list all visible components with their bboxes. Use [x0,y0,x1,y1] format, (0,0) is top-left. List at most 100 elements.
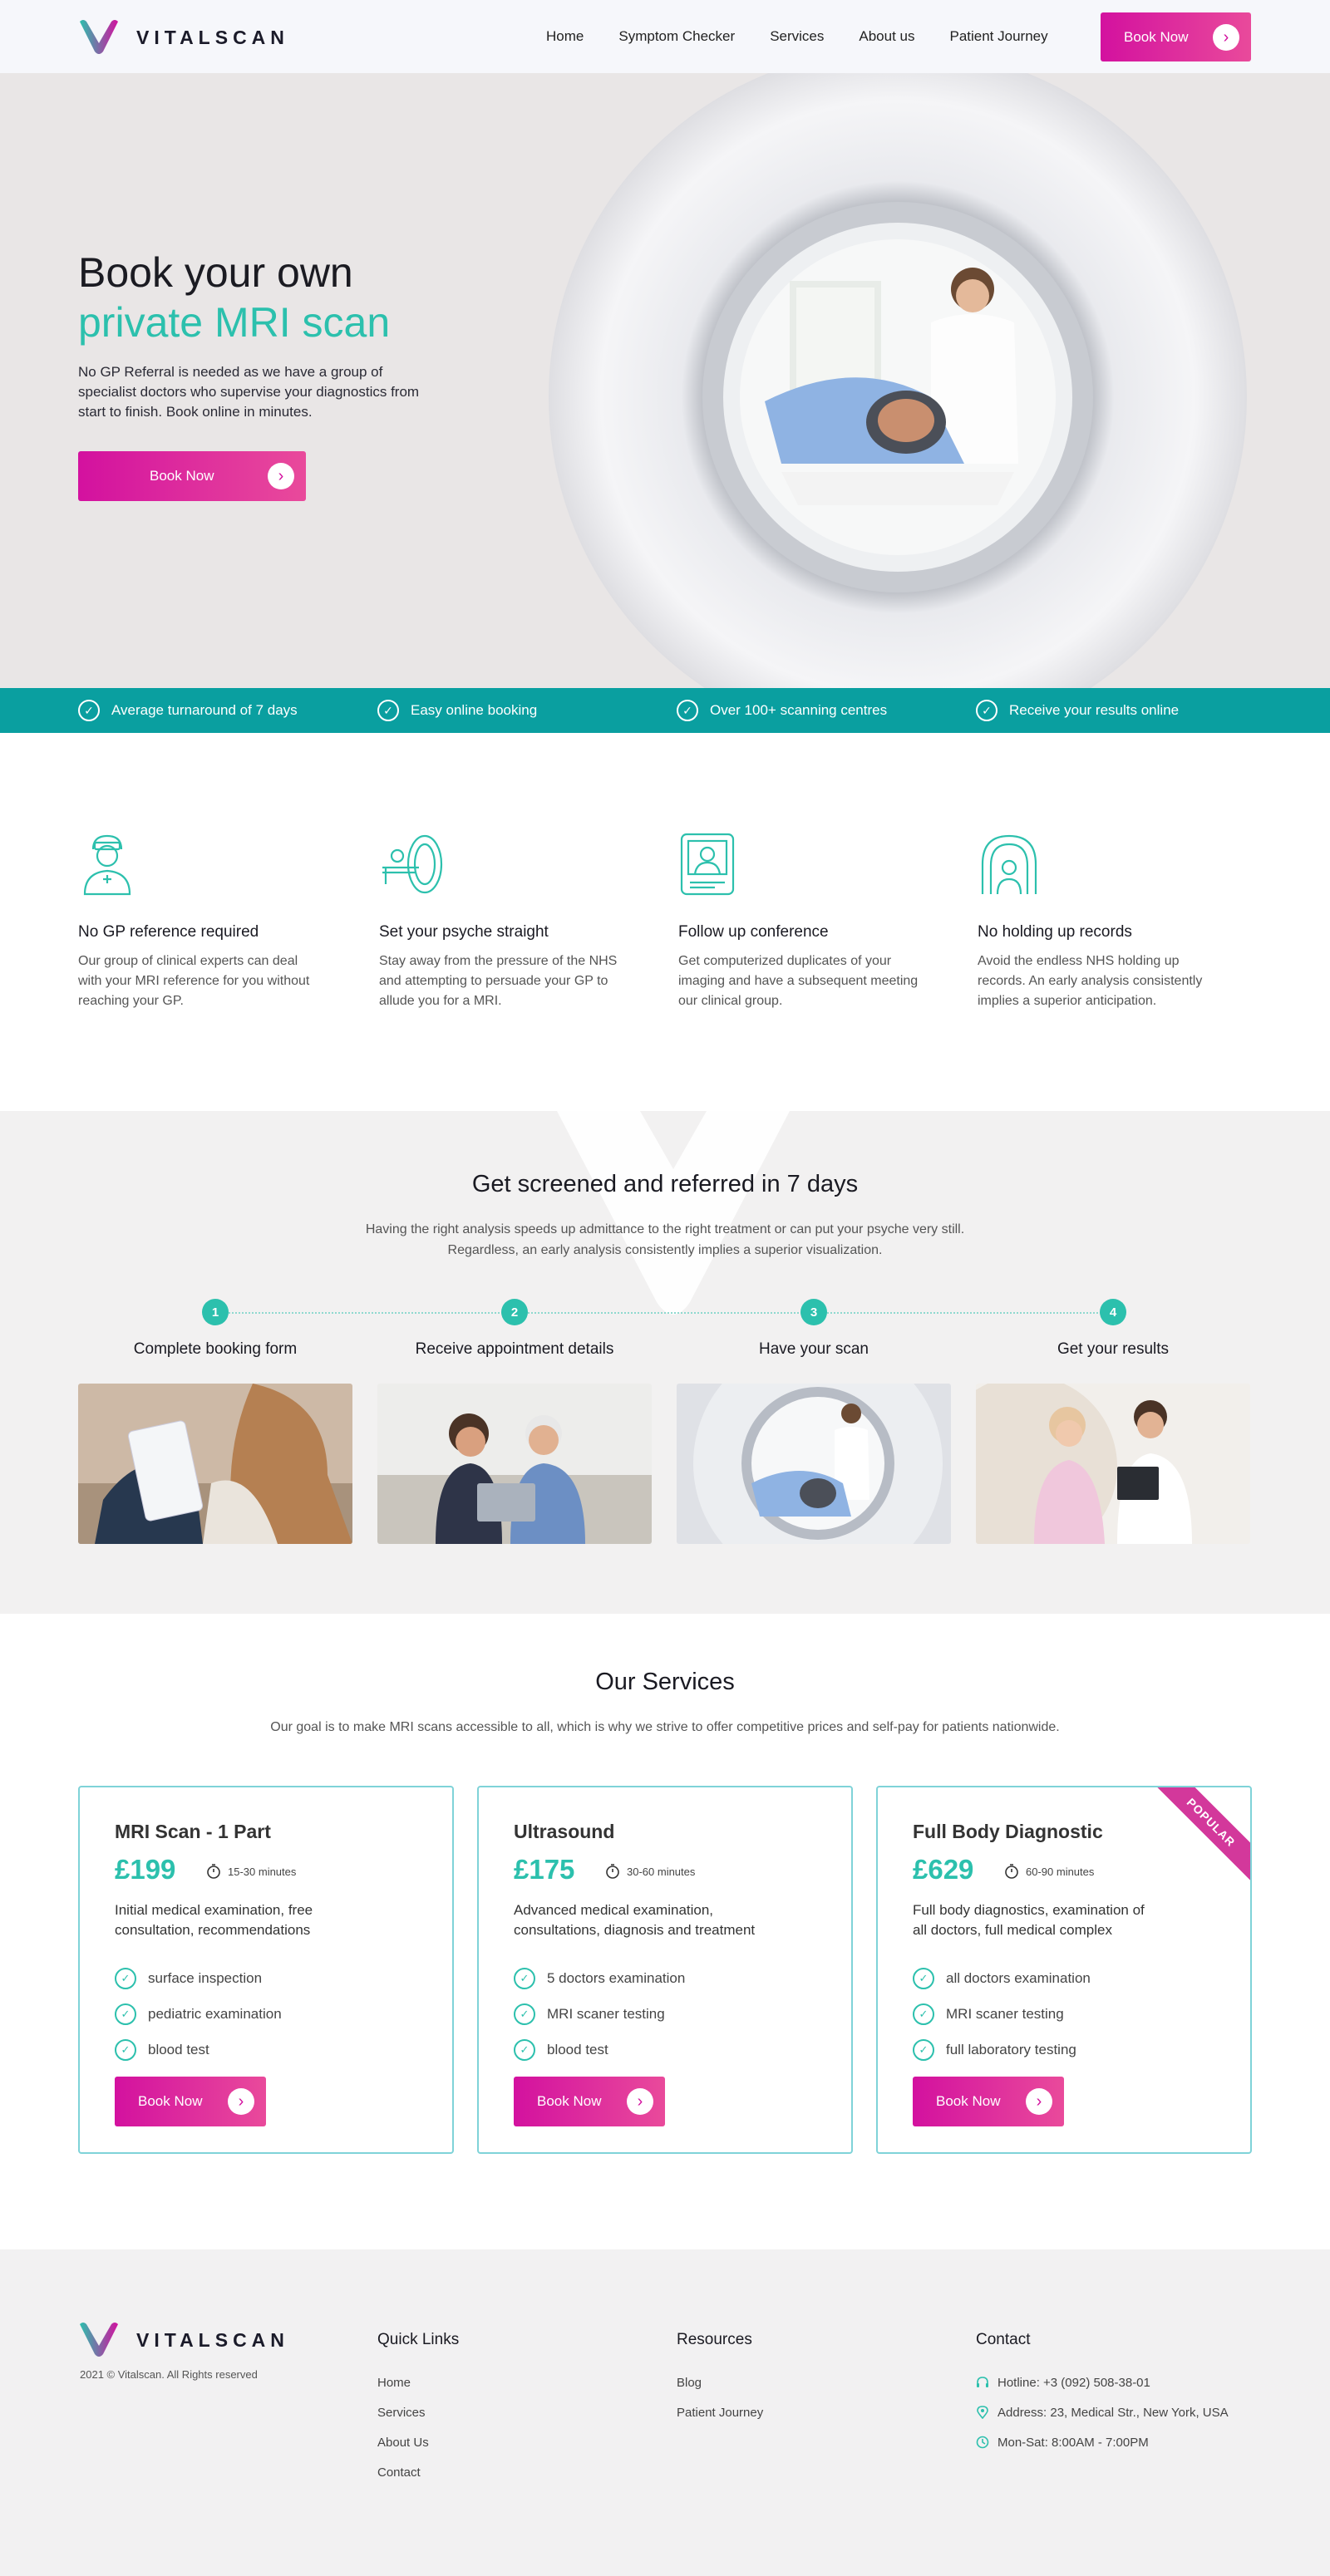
nav-services[interactable]: Services [770,28,824,45]
nav-about-us[interactable]: About us [859,28,914,45]
step-number: 1 [202,1299,229,1325]
logo[interactable]: VITALSCAN [78,18,289,57]
highlight-label: Easy online booking [411,702,538,718]
service-duration-label: 60-90 minutes [1026,1865,1095,1878]
service-features: ✓ surface inspection ✓ pediatric examinati… [115,1960,282,2067]
check-circle-icon: ✓ [115,2038,136,2061]
footer-link-blog[interactable]: Blog [677,2367,763,2397]
list-item: ✓ pediatric examination [115,1996,282,2032]
check-circle-icon: ✓ [913,2038,934,2061]
feature-card: Follow up conference Get computerized du… [678,831,919,1011]
step-number: 4 [1100,1299,1126,1325]
list-item: ✓ all doctors examination [913,1960,1091,1996]
check-circle-icon: ✓ [78,700,100,721]
footer-column-title: Contact [976,2331,1031,2348]
chevron-right-icon: › [1213,23,1239,51]
chevron-right-icon: › [228,2088,254,2115]
hero-book-now-label: Book Now [150,468,214,484]
footer-column-title: Quick Links [377,2331,460,2348]
list-item: ✓ blood test [115,2032,282,2067]
list-item: ✓ blood test [514,2032,685,2067]
highlight-label: Receive your results online [1009,702,1180,718]
feature-card: Set your psyche straight Stay away from … [379,831,620,1011]
footer-quick-links: Quick Links Home Services About Us Conta… [377,2331,459,2487]
scanner-patient-icon [981,834,1037,895]
step-label: Receive appointment details [415,1340,614,1358]
hotline-label: Hotline: +3 (092) 508-38-01 [998,2375,1150,2390]
clock-icon [976,2436,989,2449]
chevron-right-icon: › [627,2088,653,2115]
service-card-ultrasound: Ultrasound £175 30-60 minutes Advanced m… [477,1786,853,2154]
list-item: ✓ MRI scaner testing [913,1996,1091,2032]
service-feature-label: all doctors examination [946,1969,1091,1986]
footer-address: Address: 23, Medical Str., New York, USA [976,2397,1229,2427]
header-book-now-button[interactable]: Book Now › [1101,12,1251,61]
feature-text: Stay away from the pressure of the NHS a… [379,954,618,1008]
service-duration-label: 15-30 minutes [228,1865,297,1878]
nav-home[interactable]: Home [546,28,584,45]
check-circle-icon: ✓ [913,1967,934,1989]
highlight-item: ✓ Over 100+ scanning centres [677,688,887,733]
service-price: £199 [115,1854,176,1885]
footer-link-services[interactable]: Services [377,2397,459,2427]
footer-logo[interactable]: VITALSCAN [78,2321,289,2359]
footer-link-contact[interactable]: Contact [377,2457,459,2487]
mri-scanner-image [466,73,1330,688]
service-duration: 30-60 minutes [605,1864,695,1879]
process-subtitle-line1: Having the right analysis speeds up admi… [365,1222,965,1236]
footer-hotline[interactable]: Hotline: +3 (092) 508-38-01 [976,2367,1229,2397]
service-description: Initial medical examination, free consul… [115,1902,313,1938]
site-header: VITALSCAN Home Symptom Checker Services … [0,0,1330,73]
service-features: ✓ 5 doctors examination ✓ MRI scaner testi… [514,1960,685,2067]
feature-text: Get computerized duplicates of your imag… [678,954,919,1008]
service-book-now-button[interactable]: Book Now › [913,2077,1064,2126]
service-duration: 15-30 minutes [206,1864,296,1879]
footer-contact: Contact Hotline: +3 (092) 508-38-01 Addr… [976,2331,1229,2457]
footer-link-home[interactable]: Home [377,2367,459,2397]
hero-description: No GP Referral is needed as we have a gr… [78,364,420,420]
step-label: Have your scan [758,1340,869,1358]
highlight-label: Average turnaround of 7 days [111,702,298,718]
main-nav: Home Symptom Checker Services About us P… [546,0,1048,73]
mri-machine-icon [382,834,443,894]
feature-title: Set your psyche straight [379,923,549,941]
feature-card: No holding up records Avoid the endless … [978,831,1219,1011]
header-book-now-label: Book Now [1124,28,1189,45]
service-features: ✓ all doctors examination ✓ MRI scaner tes… [913,1960,1091,2067]
chevron-right-icon: › [1026,2088,1052,2115]
brand-name: VITALSCAN [136,26,289,48]
footer-column-title: Resources [677,2331,752,2348]
step-image-results [976,1384,1250,1544]
list-item: ✓ full laboratory testing [913,2032,1091,2067]
step-number: 2 [501,1299,528,1325]
check-circle-icon: ✓ [514,2003,535,2025]
service-book-now-button[interactable]: Book Now › [115,2077,266,2126]
hero-title-line2: private MRI scan [78,299,391,346]
hero-book-now-button[interactable]: Book Now › [78,451,306,501]
service-book-now-label: Book Now [537,2093,602,2109]
step-label: Get your results [1057,1340,1170,1358]
location-pin-icon [977,2406,988,2419]
site-footer: VITALSCAN 2021 © Vitalscan. All Rights r… [0,2249,1330,2576]
nav-patient-journey[interactable]: Patient Journey [949,28,1047,45]
brand-name: VITALSCAN [136,2328,289,2351]
hero-section: Book your own private MRI scan No GP Ref… [0,73,1330,688]
highlights-bar: ✓ Average turnaround of 7 days ✓ Easy onli… [0,688,1330,733]
hours-label: Mon-Sat: 8:00AM - 7:00PM [998,2435,1149,2450]
stopwatch-icon [207,1864,220,1879]
service-card-mri: MRI Scan - 1 Part £199 15-30 minutes Ini… [78,1786,454,2154]
chevron-right-icon: › [268,463,294,489]
service-book-now-button[interactable]: Book Now › [514,2077,665,2126]
service-feature-label: surface inspection [148,1969,263,1986]
step-image-appointment [377,1384,652,1544]
nav-symptom-checker[interactable]: Symptom Checker [618,28,735,45]
process-title: Get screened and referred in 7 days [471,1171,859,1197]
service-price: £629 [913,1854,974,1885]
footer-link-about-us[interactable]: About Us [377,2427,459,2457]
highlight-label: Over 100+ scanning centres [710,702,888,718]
step-connector [215,1312,1115,1314]
feature-card: No GP reference required Our group of cl… [78,831,319,1011]
footer-link-patient-journey[interactable]: Patient Journey [677,2397,763,2427]
service-title: Full Body Diagnostic [913,1821,1103,1842]
stopwatch-icon [606,1864,619,1879]
